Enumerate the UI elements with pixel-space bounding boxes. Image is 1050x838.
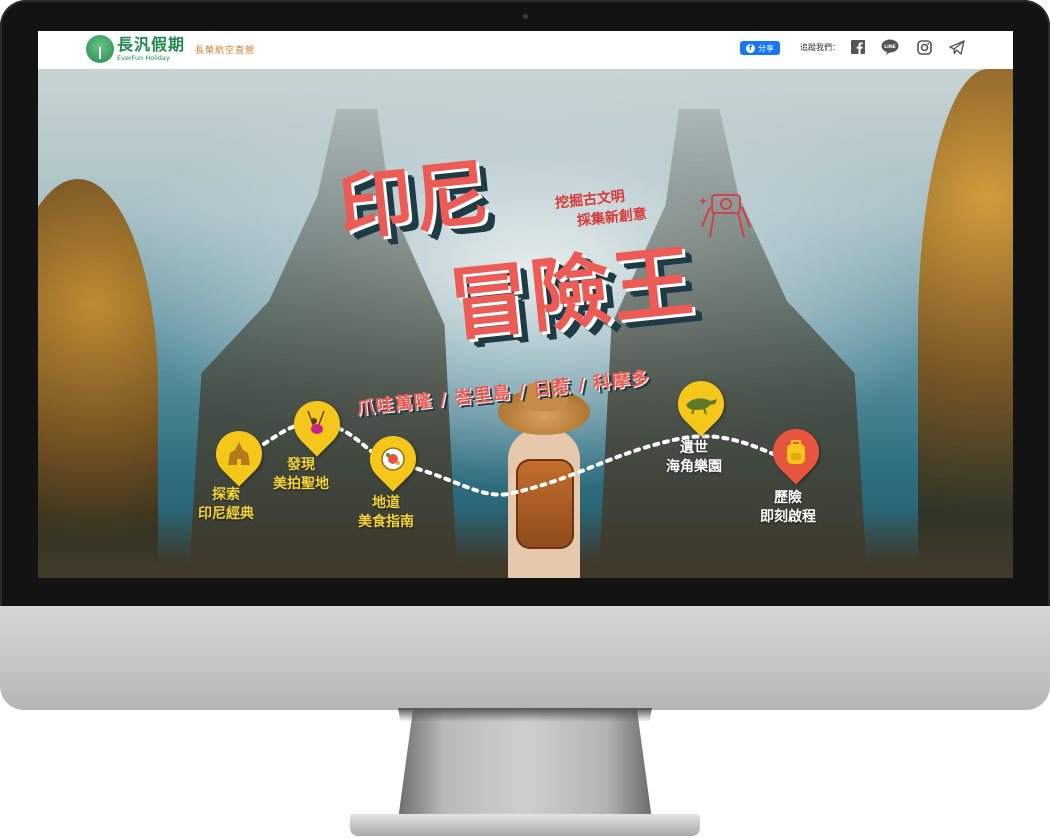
stop-label-3-line1: 地道 xyxy=(372,495,400,511)
logo-chinese-name: 長汎假期 xyxy=(117,34,186,54)
monitor: 長汎假期 EverFun Holiday 長榮航空直營 f 分享 追蹤我們： L… xyxy=(0,0,1050,838)
stop-label-5[interactable]: 歷險 即刻啟程 xyxy=(760,489,816,527)
screen: 長汎假期 EverFun Holiday 長榮航空直營 f 分享 追蹤我們： L… xyxy=(38,31,1013,578)
line-icon[interactable]: LINE xyxy=(881,38,899,56)
share-label: 分享 xyxy=(758,43,774,53)
facebook-icon: f xyxy=(746,43,755,53)
stop-label-3[interactable]: 地道 美食指南 xyxy=(358,494,414,532)
stop-label-1-line1: 探索 xyxy=(212,487,240,503)
stop-pin-5[interactable] xyxy=(763,419,829,485)
facebook-icon[interactable] xyxy=(849,38,867,56)
stop-label-3-line2: 美食指南 xyxy=(358,514,414,530)
stop-label-5-line2: 即刻啟程 xyxy=(760,509,816,525)
stop-pin-1[interactable] xyxy=(206,421,272,487)
swing-icon xyxy=(294,401,340,447)
logo-tagline: 長榮航空直營 xyxy=(195,45,256,56)
stop-label-5-line1: 歷險 xyxy=(774,490,802,506)
monitor-chin xyxy=(0,606,1050,710)
logo-english-name: EverFun Holiday xyxy=(117,53,170,62)
stop-pin-2[interactable] xyxy=(284,391,350,457)
logo-text: 長汎假期 EverFun Holiday xyxy=(117,34,186,62)
stop-label-1-line2: 印尼經典 xyxy=(198,506,254,522)
stop-label-4-line2: 海角樂園 xyxy=(666,459,722,475)
dotted-trail xyxy=(236,421,800,497)
temple-icon xyxy=(216,431,262,477)
svg-text:LINE: LINE xyxy=(884,44,896,50)
telegram-icon[interactable] xyxy=(948,38,966,56)
stop-label-4[interactable]: 遺世 海角樂園 xyxy=(666,439,722,477)
monitor-stand-foot xyxy=(350,814,700,836)
stop-label-1[interactable]: 探索 印尼經典 xyxy=(198,486,254,524)
komodo-dragon-icon xyxy=(678,381,724,427)
stop-pin-3[interactable] xyxy=(360,426,426,492)
brand-logo[interactable]: 長汎假期 EverFun Holiday 長榮航空直營 xyxy=(86,35,255,63)
food-plate-icon xyxy=(370,436,416,482)
webcam xyxy=(523,14,528,19)
stand-shadow xyxy=(398,708,652,722)
monitor-stand-neck xyxy=(398,708,652,820)
stop-label-2-line1: 發現 xyxy=(287,457,315,473)
stop-label-4-line1: 遺世 xyxy=(680,440,708,456)
backpack-icon xyxy=(773,429,819,475)
stop-label-2-line2: 美拍聖地 xyxy=(273,476,329,492)
facebook-share-button[interactable]: f 分享 xyxy=(740,41,780,55)
follow-us-label: 追蹤我們： xyxy=(800,43,840,52)
stop-label-2[interactable]: 發現 美拍聖地 xyxy=(273,456,329,494)
stop-pin-4[interactable] xyxy=(668,371,734,437)
tree-logo-icon xyxy=(86,35,114,63)
site-header: 長汎假期 EverFun Holiday 長榮航空直營 f 分享 追蹤我們： L… xyxy=(38,31,1013,69)
instagram-icon[interactable] xyxy=(915,38,933,56)
